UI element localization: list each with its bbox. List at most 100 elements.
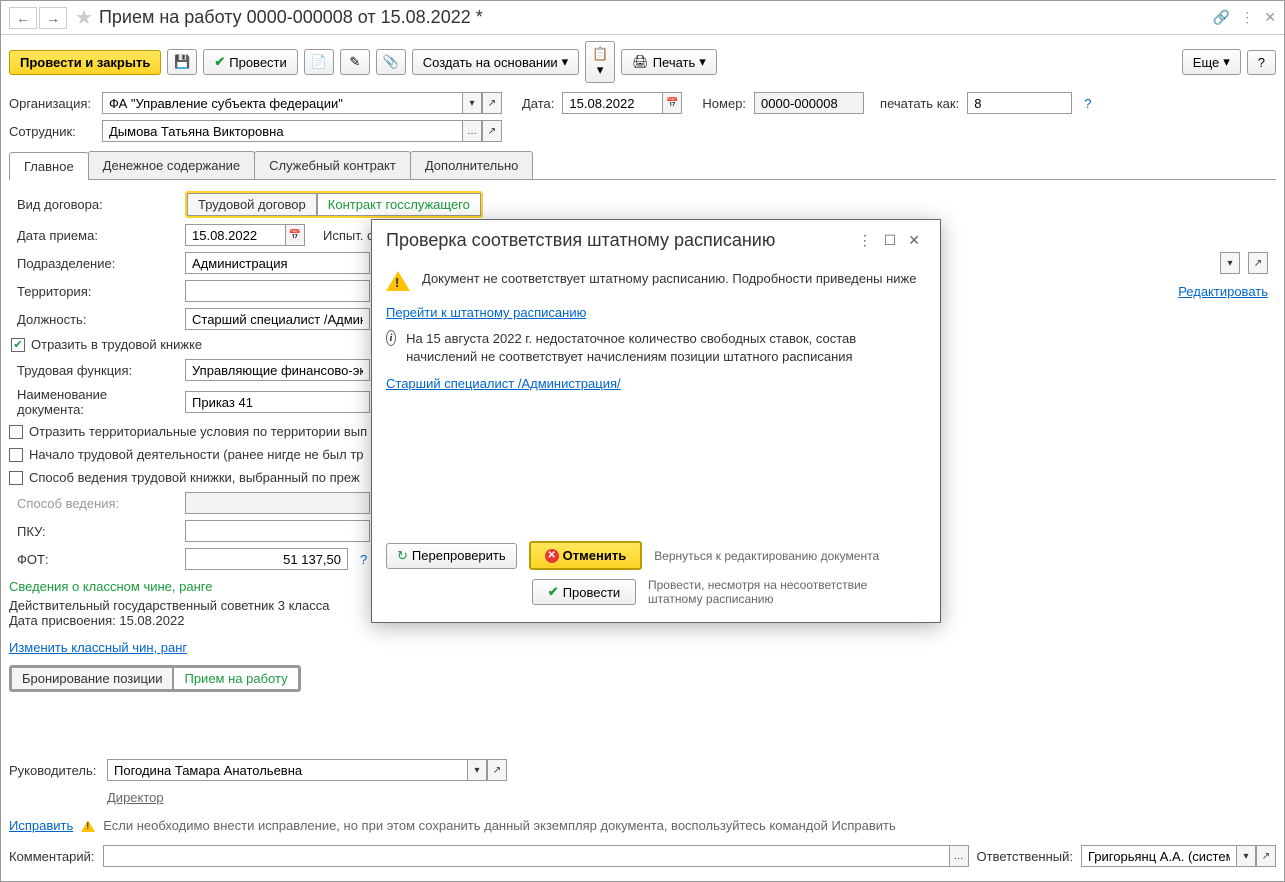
seg-booking[interactable]: Бронирование позиции (11, 667, 173, 690)
menu-icon[interactable]: ⋮ (1240, 9, 1254, 26)
resp-input[interactable] (1081, 845, 1236, 867)
employee-open[interactable]: ↗ (482, 120, 502, 142)
reflect-workbook-checkbox[interactable]: ✔ (11, 338, 25, 352)
close-icon[interactable]: ✕ (1264, 9, 1276, 26)
cancel-button[interactable]: ✕ Отменить (529, 541, 643, 570)
director-link[interactable]: Директор (107, 790, 164, 805)
change-rank-link[interactable]: Изменить классный чин, ранг (9, 640, 187, 655)
chk-territory[interactable] (9, 425, 23, 439)
fot-input[interactable] (185, 548, 348, 570)
help-button[interactable]: ? (1247, 50, 1276, 75)
fot-help[interactable]: ? (360, 552, 367, 567)
goto-schedule-link[interactable]: Перейти к штатному расписанию (386, 305, 586, 320)
method-input (185, 492, 370, 514)
window-title: Прием на работу 0000-000008 от 15.08.202… (99, 7, 1213, 28)
employee-label: Сотрудник: (9, 124, 94, 139)
info-icon: i (386, 330, 396, 346)
date-label: Дата: (522, 96, 554, 111)
resp-label: Ответственный: (977, 849, 1073, 864)
org-label: Организация: (9, 96, 94, 111)
date-picker[interactable]: 📅 (662, 92, 682, 114)
comment-select[interactable]: … (949, 845, 969, 867)
tab-contract[interactable]: Служебный контракт (254, 151, 411, 179)
head-dropdown[interactable]: ▾ (467, 759, 487, 781)
edit-link[interactable]: Редактировать (1178, 284, 1268, 299)
comment-label: Комментарий: (9, 849, 95, 864)
seg-labor-contract[interactable]: Трудовой договор (187, 193, 317, 216)
hire-date-picker[interactable]: 📅 (285, 224, 305, 246)
head-input[interactable] (107, 759, 467, 781)
print-button[interactable]: 🖨 Печать ▾ (621, 49, 717, 75)
link-icon[interactable]: 🔗 (1213, 9, 1230, 26)
warning-icon (81, 820, 95, 832)
employee-input[interactable] (102, 120, 462, 142)
recheck-button[interactable]: ↻ Перепроверить (386, 543, 517, 569)
pku-label: ПКУ: (17, 524, 177, 539)
dialog-menu-icon[interactable]: ⋮ (852, 230, 878, 251)
territory-input[interactable] (185, 280, 370, 302)
doc-name-input[interactable] (185, 391, 370, 413)
attach-button[interactable]: 📎 (376, 49, 406, 75)
cancel-help: Вернуться к редактированию документа (654, 549, 879, 563)
seg-hire[interactable]: Прием на работу (173, 667, 298, 690)
dialog-post-button[interactable]: ✔ Провести (532, 579, 636, 605)
dept-input[interactable] (185, 252, 370, 274)
org-open[interactable]: ↗ (482, 92, 502, 114)
doc-name-label: Наименование документа: (17, 387, 177, 417)
fot-label: ФОТ: (17, 552, 177, 567)
more-button[interactable]: Еще ▾ (1182, 49, 1241, 75)
number-input[interactable] (754, 92, 864, 114)
fix-msg: Если необходимо внести исправление, но п… (103, 818, 895, 833)
org-dropdown[interactable]: ▾ (462, 92, 482, 114)
tab-money[interactable]: Денежное содержание (88, 151, 255, 179)
labor-func-input[interactable] (185, 359, 370, 381)
dept-dropdown[interactable]: ▾ (1220, 252, 1240, 274)
number-label: Номер: (702, 96, 746, 111)
forward-button[interactable]: → (39, 7, 67, 29)
resp-open[interactable]: ↗ (1256, 845, 1276, 867)
hire-date-label: Дата приема: (17, 228, 177, 243)
create-based-button[interactable]: Создать на основании ▾ (412, 49, 579, 75)
print-as-help[interactable]: ? (1084, 96, 1091, 111)
dept-label: Подразделение: (17, 256, 177, 271)
edit-icon-button[interactable]: ✎ (340, 49, 370, 75)
save-button[interactable]: 💾 (167, 49, 197, 75)
dialog-close-icon[interactable]: ✕ (902, 230, 926, 251)
print-as-label: печатать как: (880, 96, 959, 111)
date-input[interactable] (562, 92, 662, 114)
head-label: Руководитель: (9, 763, 99, 778)
print-as-input[interactable] (967, 92, 1072, 114)
warning-icon (386, 271, 410, 291)
position-link[interactable]: Старший специалист /Администрация/ (386, 376, 621, 391)
extra-button[interactable]: 📋▾ (585, 41, 615, 83)
dialog-info-msg: На 15 августа 2022 г. недостаточное коли… (406, 330, 926, 366)
hire-date-input[interactable] (185, 224, 285, 246)
dialog-title: Проверка соответствия штатному расписани… (386, 230, 852, 251)
contract-type-label: Вид договора: (17, 197, 177, 212)
post-help: Провести, несмотря на несоответствие шта… (648, 578, 908, 606)
org-input[interactable] (102, 92, 462, 114)
method-label: Способ ведения: (17, 496, 177, 511)
post-button[interactable]: ✔Провести (203, 49, 297, 75)
comment-input[interactable] (103, 845, 949, 867)
favorite-icon[interactable]: ★ (75, 5, 93, 30)
territory-label: Территория: (17, 284, 177, 299)
head-open[interactable]: ↗ (487, 759, 507, 781)
tab-extra[interactable]: Дополнительно (410, 151, 534, 179)
post-and-close-button[interactable]: Провести и закрыть (9, 50, 161, 75)
pku-input[interactable] (185, 520, 370, 542)
report-button[interactable]: 📄 (304, 49, 334, 75)
validation-dialog: Проверка соответствия штатному расписани… (371, 219, 941, 623)
reflect-workbook-label: Отразить в трудовой книжке (31, 337, 202, 352)
dialog-maximize-icon[interactable]: ☐ (878, 230, 903, 251)
fix-link[interactable]: Исправить (9, 818, 73, 833)
position-input[interactable] (185, 308, 370, 330)
employee-select[interactable]: … (462, 120, 482, 142)
seg-gov-contract[interactable]: Контракт госслужащего (317, 193, 481, 216)
tab-main[interactable]: Главное (9, 152, 89, 180)
chk-start[interactable] (9, 448, 23, 462)
back-button[interactable]: ← (9, 7, 37, 29)
chk-method[interactable] (9, 471, 23, 485)
dept-open[interactable]: ↗ (1248, 252, 1268, 274)
resp-dropdown[interactable]: ▾ (1236, 845, 1256, 867)
